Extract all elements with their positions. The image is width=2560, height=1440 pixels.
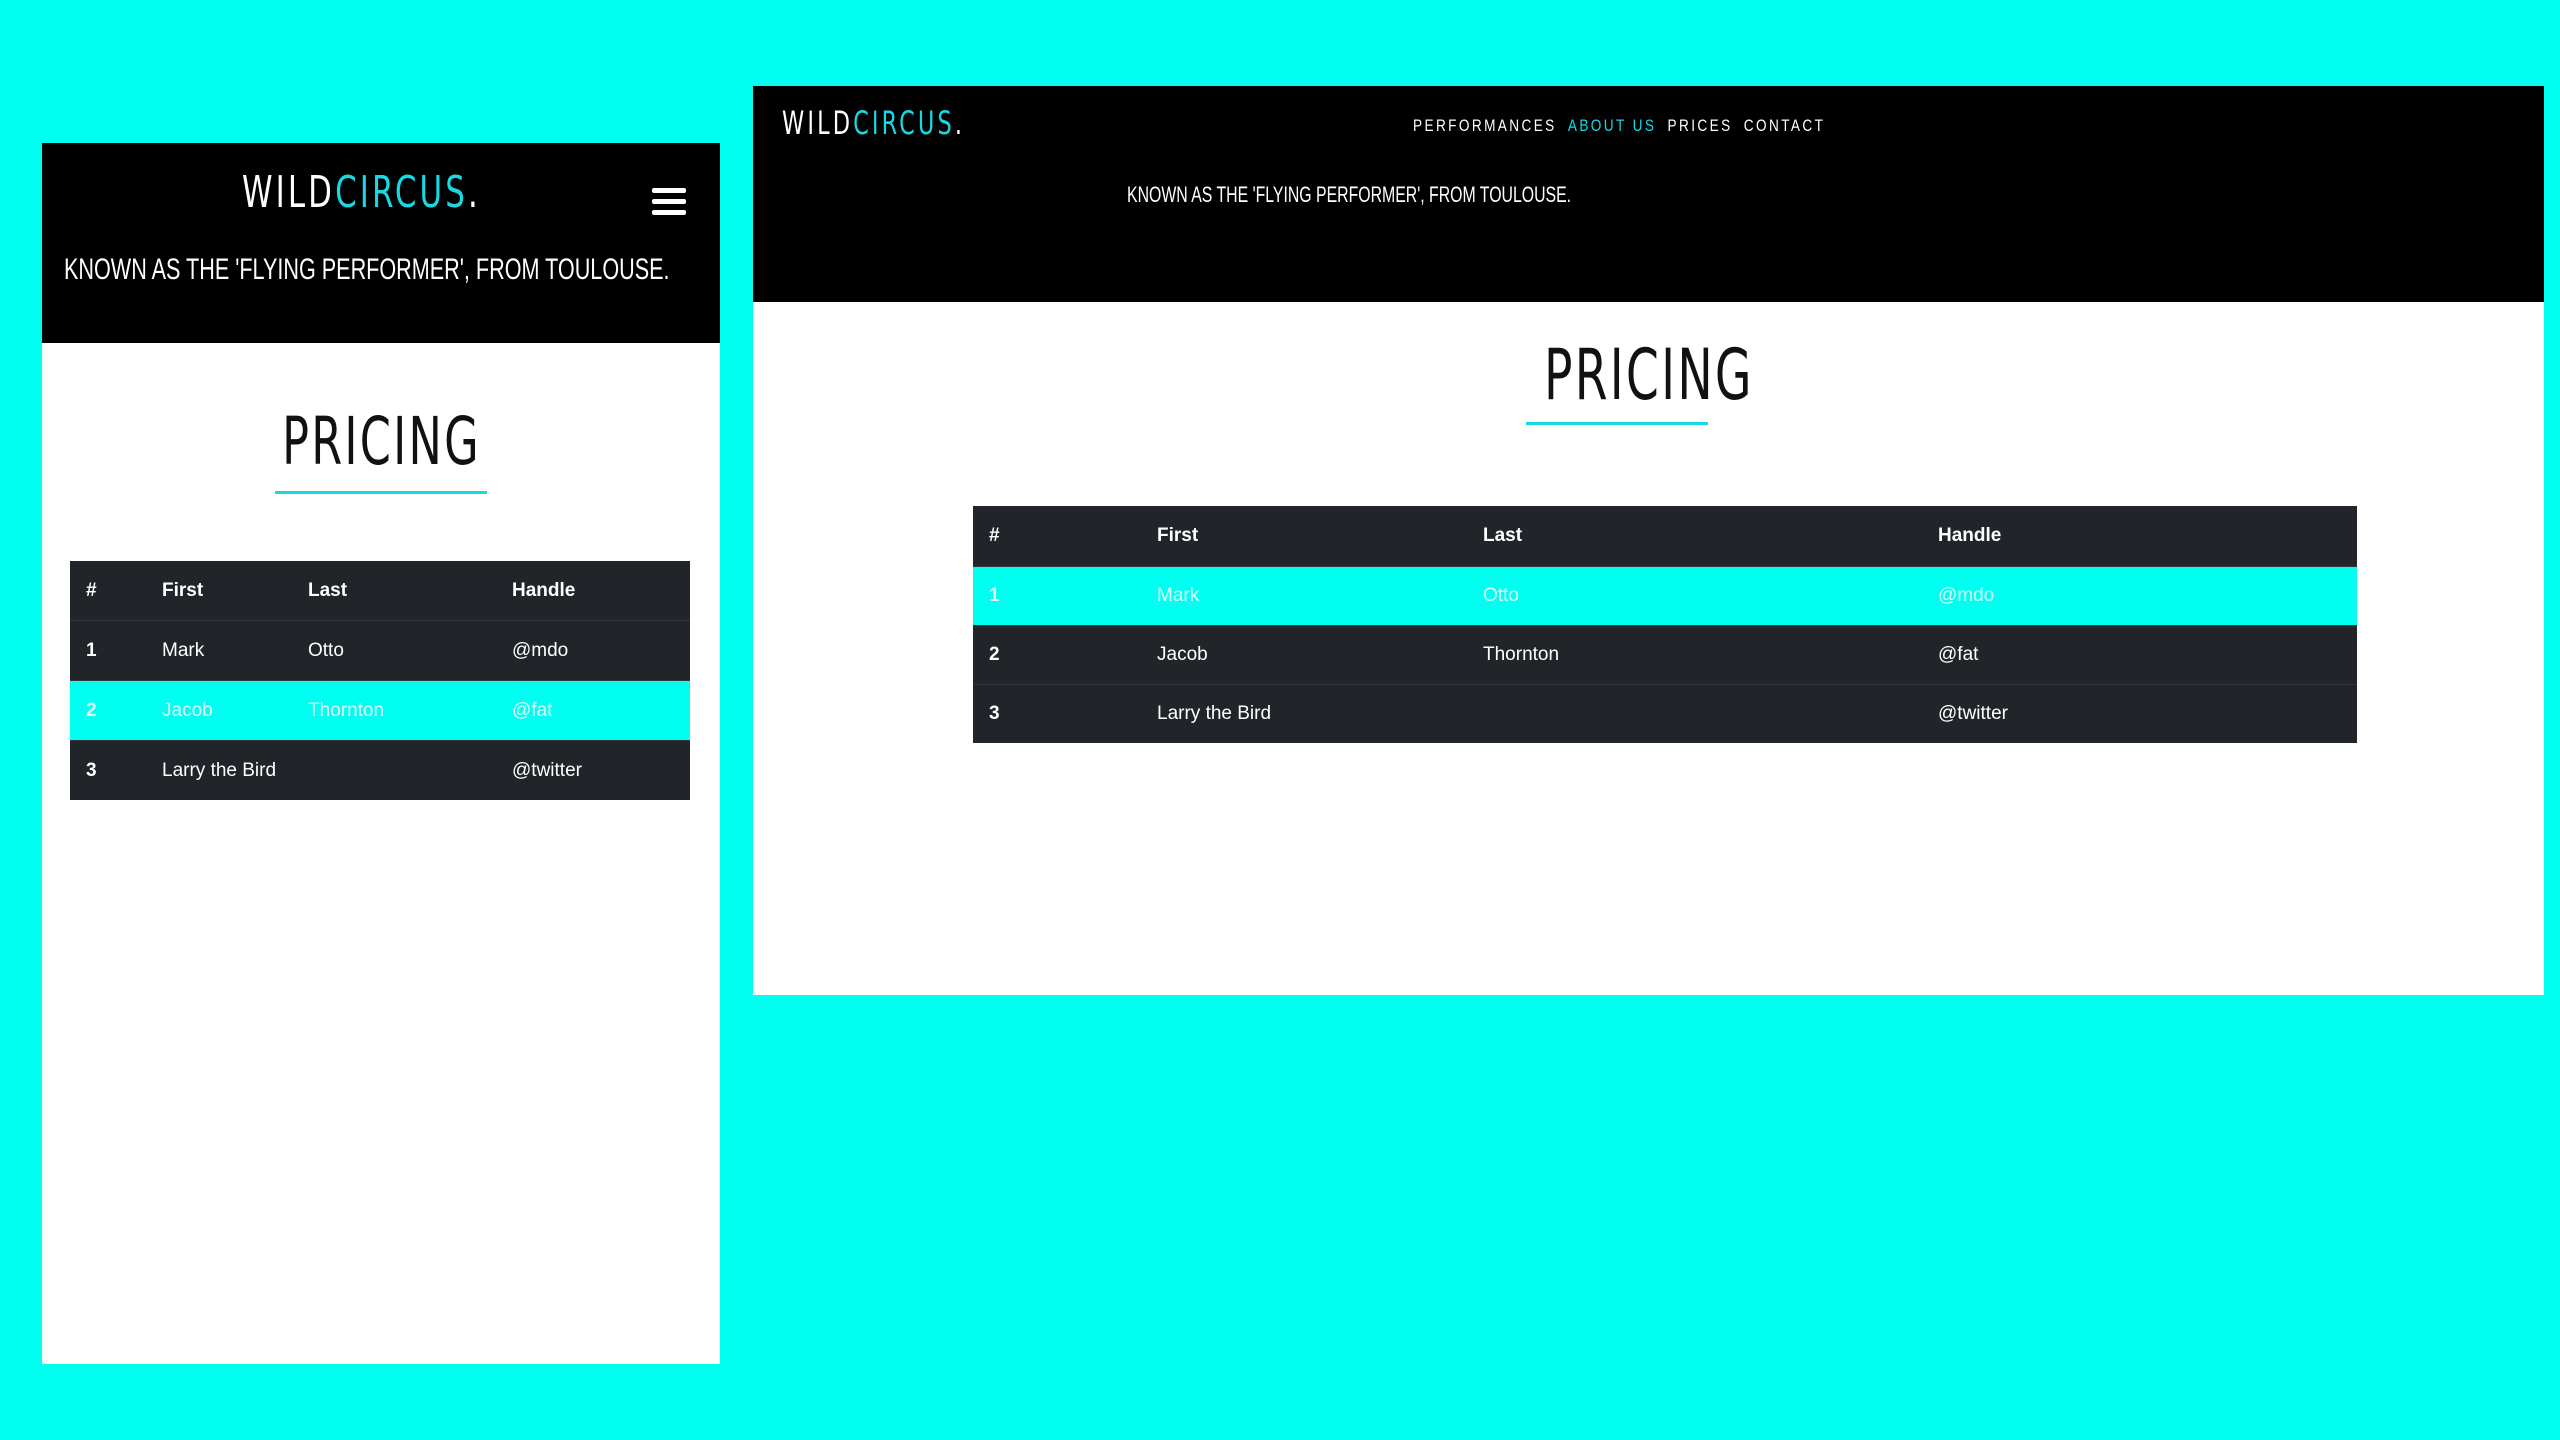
cell-last: Thornton	[292, 680, 496, 741]
table-row: 1 Mark Otto @mdo	[70, 620, 690, 681]
cell-first: Jacob	[1141, 625, 1467, 685]
table-row-highlighted: 1 Mark Otto @mdo	[973, 566, 2357, 626]
cell-last: Thornton	[1467, 625, 1922, 685]
logo-wild: WILD	[242, 167, 336, 218]
table-row: 2 Jacob Thornton @fat	[973, 625, 2357, 685]
col-header-last: Last	[308, 579, 348, 601]
nav-contact[interactable]: CONTACT	[1744, 116, 1826, 136]
cell-number: 2	[973, 625, 1141, 685]
mobile-preview: WILDCIRCUS. KNOWN AS THE 'FLYING PERFORM…	[42, 143, 720, 1364]
col-header-handle: Handle	[512, 579, 576, 601]
site-logo[interactable]: WILDCIRCUS.	[242, 167, 481, 218]
pricing-heading: PRICING	[281, 403, 481, 480]
cell-first: Larry the Bird	[1141, 684, 1467, 743]
table-header-row: # First Last Handle	[70, 561, 690, 621]
pricing-heading: PRICING	[1543, 334, 1754, 416]
table-row: 3 Larry the Bird @twitter	[973, 684, 2357, 743]
cell-handle: @twitter	[1922, 684, 2357, 743]
nav-performances[interactable]: PERFORMANCES	[1413, 116, 1557, 136]
cell-first: Larry the Bird	[146, 740, 292, 800]
cell-number: 2	[70, 680, 146, 741]
cell-handle: @mdo	[496, 620, 690, 681]
col-header-number: #	[989, 525, 1000, 546]
logo-dot: .	[954, 104, 966, 142]
col-header-handle: Handle	[1938, 525, 2002, 546]
table-row: 3 Larry the Bird @twitter	[70, 740, 690, 800]
cell-handle: @fat	[496, 680, 690, 741]
nav-about-us[interactable]: ABOUT US	[1568, 116, 1656, 136]
col-header-last: Last	[1483, 525, 1523, 546]
header-tagline: KNOWN AS THE 'FLYING PERFORMER', FROM TO…	[1127, 182, 1572, 207]
logo-circus: CIRCUS	[853, 104, 955, 142]
header-tagline: KNOWN AS THE 'FLYING PERFORMER', FROM TO…	[64, 253, 670, 286]
cell-number: 3	[70, 740, 146, 800]
cell-last	[1467, 684, 1922, 743]
heading-underline	[275, 491, 487, 494]
cell-last	[292, 740, 496, 800]
hamburger-menu-icon[interactable]	[652, 188, 686, 216]
heading-underline	[1526, 422, 1708, 425]
site-header: WILDCIRCUS. PERFORMANCES ABOUT US PRICES CO…	[753, 86, 2544, 302]
cell-first: Jacob	[146, 680, 292, 741]
pricing-table: # First Last Handle 1 Mark Otto @mdo 2 J…	[70, 561, 690, 800]
cell-handle: @twitter	[496, 740, 690, 800]
main-nav: PERFORMANCES ABOUT US PRICES CONTACT	[1413, 116, 1837, 136]
cell-first: Mark	[1141, 566, 1467, 626]
logo-dot: .	[468, 167, 481, 218]
cell-handle: @fat	[1922, 625, 2357, 685]
table-row-highlighted: 2 Jacob Thornton @fat	[70, 680, 690, 741]
logo-wild: WILD	[782, 104, 854, 142]
table-header-row: # First Last Handle	[973, 506, 2357, 567]
cell-number: 3	[973, 684, 1141, 743]
cell-first: Mark	[146, 620, 292, 681]
cell-last: Otto	[1467, 566, 1922, 626]
col-header-number: #	[86, 579, 97, 601]
pricing-table: # First Last Handle 1 Mark Otto @mdo 2 J…	[973, 506, 2357, 743]
site-logo[interactable]: WILDCIRCUS.	[782, 104, 965, 142]
col-header-first: First	[162, 579, 204, 601]
cell-handle: @mdo	[1922, 566, 2357, 626]
site-header: WILDCIRCUS. KNOWN AS THE 'FLYING PERFORM…	[42, 143, 720, 343]
cell-last: Otto	[292, 620, 496, 681]
logo-circus: CIRCUS	[335, 167, 469, 218]
cell-number: 1	[70, 620, 146, 681]
nav-prices[interactable]: PRICES	[1668, 116, 1733, 136]
col-header-first: First	[1157, 525, 1199, 546]
cell-number: 1	[973, 566, 1141, 626]
desktop-preview: WILDCIRCUS. PERFORMANCES ABOUT US PRICES CO…	[753, 86, 2544, 995]
